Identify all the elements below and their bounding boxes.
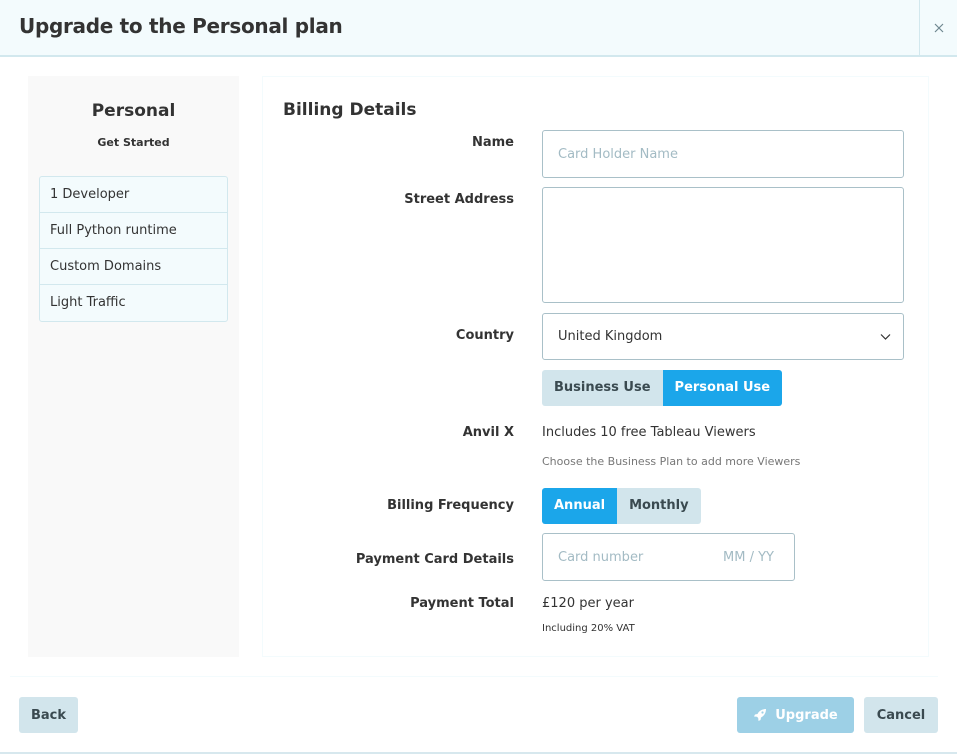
street-address-input[interactable] [542, 187, 904, 303]
vat-note: Including 20% VAT [542, 623, 635, 634]
monthly-option[interactable]: Monthly [617, 488, 701, 524]
business-use-option[interactable]: Business Use [542, 370, 663, 406]
plan-feature-item: 1 Developer [40, 177, 227, 213]
modal-title: Upgrade to the Personal plan [19, 14, 343, 38]
anvil-x-text: Includes 10 free Tableau Viewers [542, 425, 756, 440]
back-button-label: Back [30, 707, 67, 723]
plan-feature-item: Light Traffic [50, 295, 126, 310]
anvil-x-hint: Choose the Business Plan to add more Vie… [542, 455, 801, 468]
footer-divider [10, 676, 938, 677]
close-icon [934, 23, 943, 32]
personal-use-option[interactable]: Personal Use [662, 370, 783, 406]
plan-feature-item: Full Python runtime [40, 213, 227, 249]
anvil-x-label: Anvil X [462, 425, 514, 440]
country-label: Country [455, 328, 514, 343]
card-holder-name-input[interactable] [542, 130, 904, 178]
cancel-button-label: Cancel [876, 707, 926, 723]
card-number-placeholder: Card number [558, 550, 644, 565]
modal-header: Upgrade to the Personal plan [0, 0, 957, 57]
street-address-label: Street Address [404, 192, 514, 207]
rocket-icon [754, 709, 767, 721]
upgrade-button[interactable]: Upgrade [737, 697, 854, 733]
upgrade-modal: Upgrade to the Personal plan Personal Ge… [0, 0, 957, 754]
cancel-button[interactable]: Cancel [864, 697, 938, 733]
payment-card-label: Payment Card Details [355, 552, 514, 567]
billing-details-title: Billing Details [283, 100, 417, 120]
name-label: Name [471, 135, 514, 150]
card-expiry-placeholder: MM / YY [723, 550, 774, 565]
use-type-toggle: Business Use Personal Use [542, 370, 783, 406]
plan-feature-item: Custom Domains [40, 249, 227, 285]
billing-frequency-toggle: Annual Monthly [542, 488, 701, 524]
plan-summary-card: Personal Get Started 1 Developer Full Py… [28, 76, 239, 657]
plan-features-list: 1 Developer Full Python runtime Custom D… [39, 176, 228, 322]
country-selected-value: United Kingdom [558, 329, 663, 344]
billing-frequency-label: Billing Frequency [387, 498, 514, 513]
plan-subtitle: Get Started [97, 136, 170, 149]
annual-option[interactable]: Annual [542, 488, 618, 524]
plan-name: Personal [91, 101, 176, 121]
country-select[interactable]: United Kingdom [542, 313, 904, 360]
chevron-down-icon [880, 334, 891, 340]
back-button[interactable]: Back [19, 697, 78, 733]
payment-total-value: £120 per year [542, 596, 634, 611]
payment-total-label: Payment Total [410, 596, 514, 611]
payment-card-input[interactable]: Card number MM / YY [542, 533, 795, 581]
upgrade-button-label: Upgrade [775, 707, 838, 723]
close-button[interactable] [919, 0, 957, 55]
